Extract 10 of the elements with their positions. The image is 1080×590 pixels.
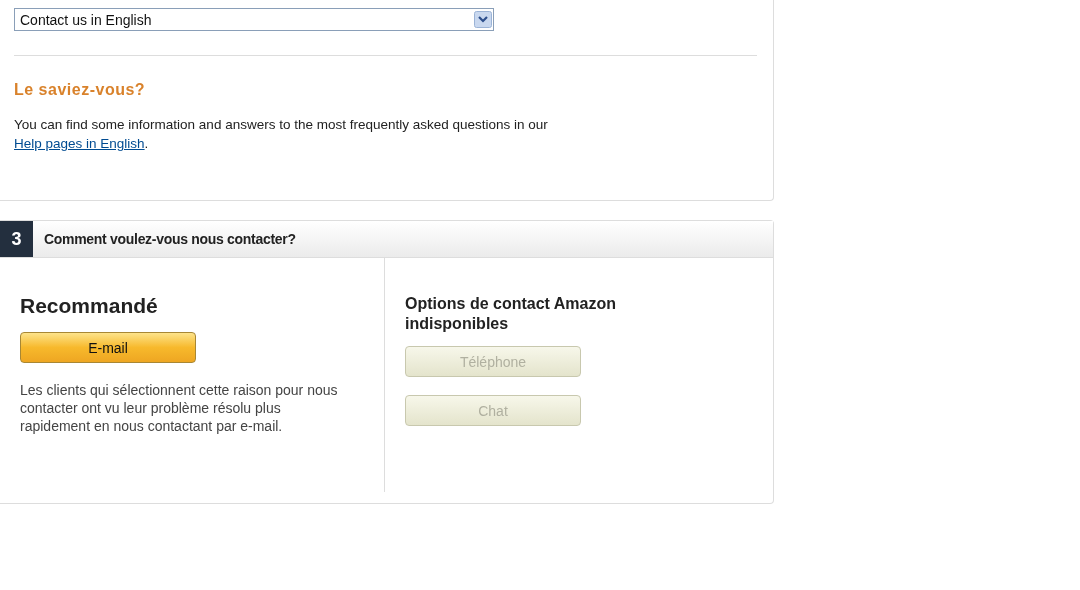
step-title: Comment voulez-vous nous contacter? <box>44 231 296 247</box>
language-select[interactable]: Contact us in English <box>14 8 494 31</box>
unavailable-heading: Options de contact Amazon indisponibles <box>405 294 617 334</box>
help-link[interactable]: Help pages in English <box>14 136 145 151</box>
recommended-heading: Recommandé <box>20 294 159 318</box>
tip-heading: Le saviez-vous? <box>14 81 147 99</box>
step-number: 3 <box>0 221 33 257</box>
contact-button[interactable]: E-mail <box>20 332 196 363</box>
tip-paragraph: You can find some information and answers to the most frequently asked questions in our Help pages in English. <box>14 116 549 153</box>
recommendation-note: Les clients qui sélectionnent cette raison pour nous contacter ont vu leur problème résolu plus rapidement en nous contactant par e-mail. <box>20 381 339 435</box>
